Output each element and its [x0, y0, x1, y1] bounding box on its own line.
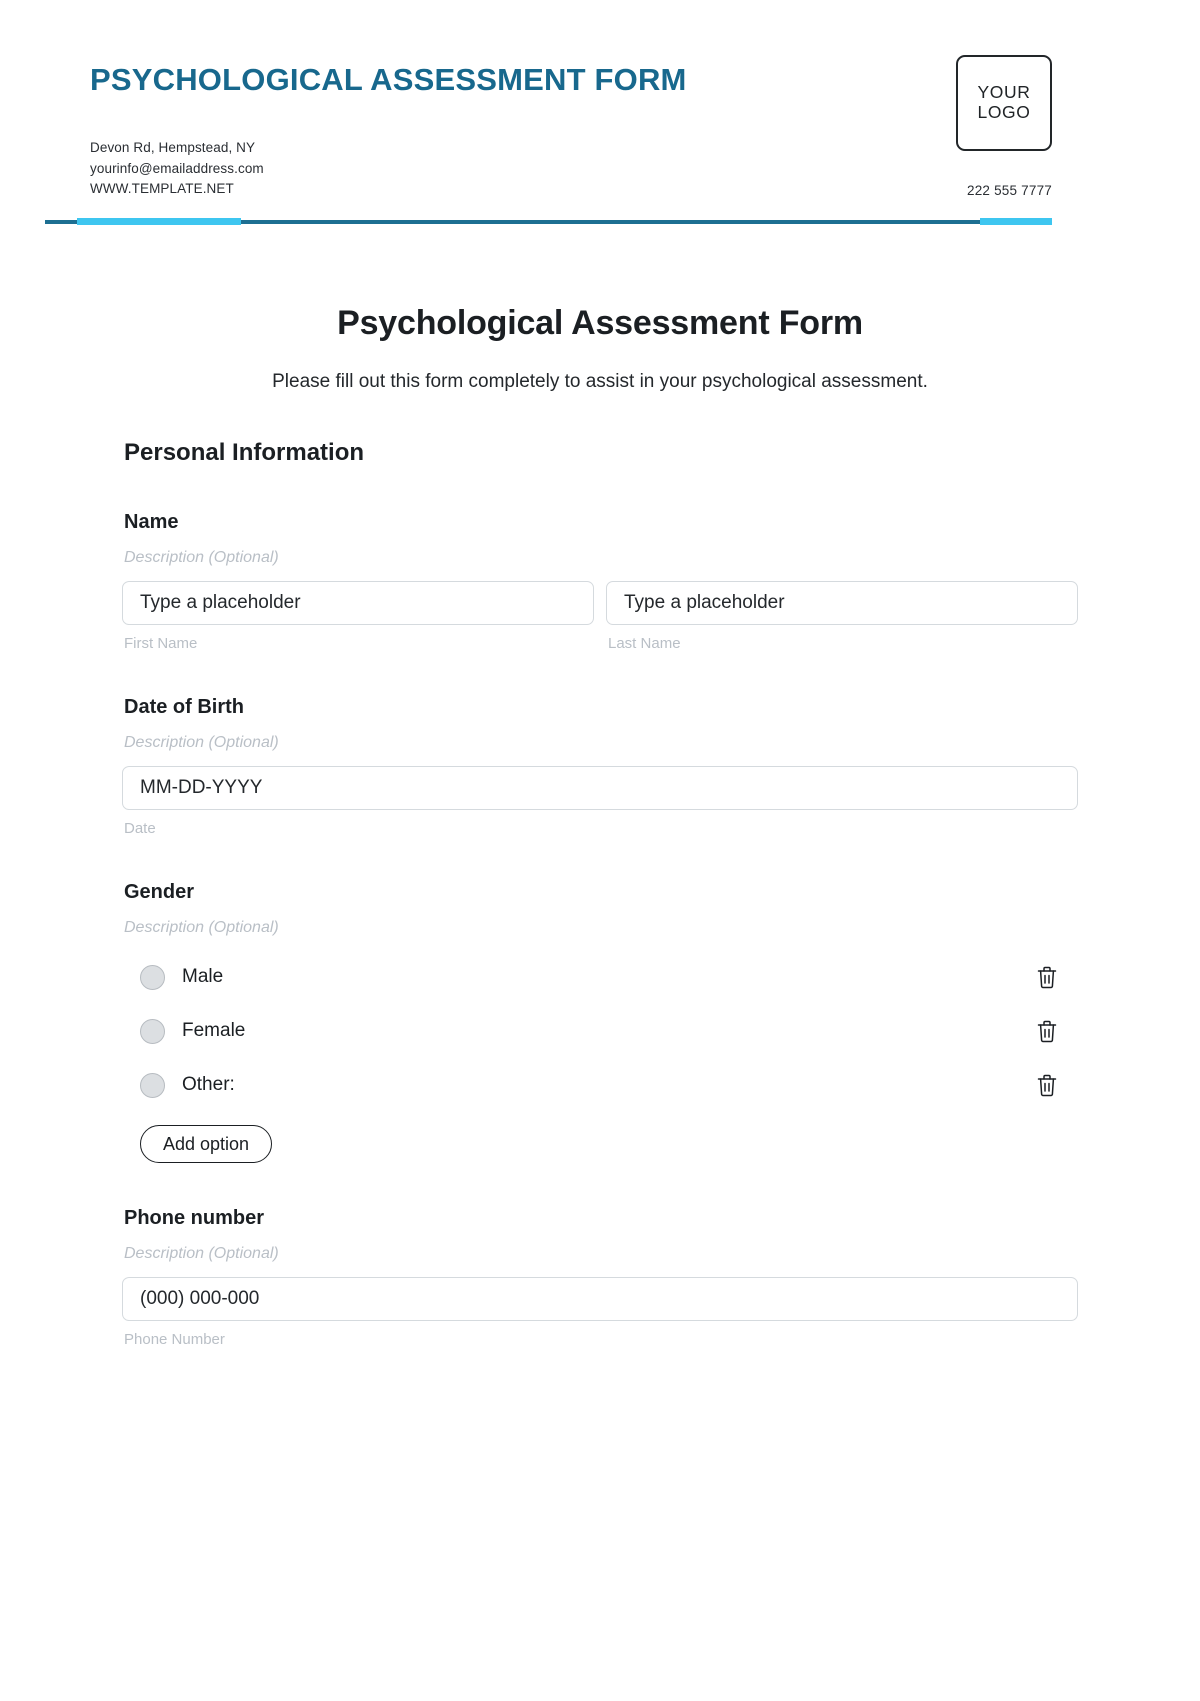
radio-icon[interactable] — [140, 964, 165, 990]
gender-option-female[interactable]: Female — [122, 1017, 1078, 1045]
field-description-name: Description (Optional) — [124, 549, 279, 567]
letterhead-title: PSYCHOLOGICAL ASSESSMENT FORM — [90, 62, 687, 97]
gender-option-label: Other: — [182, 1074, 235, 1096]
dob-input-row: Date — [122, 766, 1078, 837]
phone-column: Phone Number — [122, 1277, 1078, 1348]
phone-input-row: Phone Number — [122, 1277, 1078, 1348]
radio-icon[interactable] — [140, 1018, 165, 1044]
date-of-birth-input[interactable] — [122, 766, 1078, 811]
date-of-birth-sub-label: Date — [124, 820, 156, 838]
last-name-column: Last Name — [606, 581, 1078, 652]
logo-placeholder: YOUR LOGO — [956, 55, 1052, 151]
field-description-date-of-birth: Description (Optional) — [124, 734, 279, 752]
last-name-sub-label: Last Name — [608, 635, 681, 653]
field-description-gender: Description (Optional) — [124, 919, 279, 937]
first-name-column: First Name — [122, 581, 594, 652]
field-date-of-birth: Date of Birth Description (Optional) Dat… — [122, 696, 1078, 837]
last-name-input[interactable] — [606, 581, 1078, 626]
page-title: Psychological Assessment Form — [337, 304, 863, 343]
trash-icon[interactable] — [1034, 1071, 1060, 1099]
section-heading-personal-information: Personal Information — [124, 439, 365, 467]
field-name: Name Description (Optional) First Name L… — [122, 511, 1078, 652]
phone-number-input[interactable] — [122, 1277, 1078, 1322]
first-name-input[interactable] — [122, 581, 594, 626]
radio-icon[interactable] — [140, 1072, 165, 1098]
letterhead-address: Devon Rd, Hempstead, NY — [90, 139, 256, 155]
form-body: Psychological Assessment Form Please fil… — [0, 226, 1200, 1348]
field-phone-number: Phone number Description (Optional) Phon… — [122, 1207, 1078, 1348]
letterhead-website: WWW.TEMPLATE.NET — [90, 181, 234, 197]
letterhead-phone: 222 555 7777 — [967, 183, 1052, 198]
gender-option-label: Female — [182, 1020, 246, 1042]
field-label-gender: Gender — [124, 881, 195, 904]
logo-line-1: YOUR — [977, 82, 1031, 103]
letterhead-contact-block: Devon Rd, Hempstead, NY yourinfo@emailad… — [90, 138, 1050, 201]
gender-option-other[interactable]: Other: — [122, 1071, 1078, 1099]
add-option-button[interactable]: Add option — [140, 1125, 273, 1164]
field-description-phone-number: Description (Optional) — [124, 1245, 279, 1263]
letterhead: PSYCHOLOGICAL ASSESSMENT FORM Devon Rd, … — [0, 0, 1200, 200]
header-divider — [45, 218, 1052, 226]
trash-icon[interactable] — [1034, 1017, 1060, 1045]
phone-number-sub-label: Phone Number — [124, 1331, 225, 1349]
logo-line-2: LOGO — [977, 102, 1031, 122]
first-name-sub-label: First Name — [124, 635, 198, 653]
field-label-name: Name — [124, 511, 179, 534]
divider-accent-right — [980, 218, 1052, 226]
field-label-phone-number: Phone number — [124, 1207, 265, 1230]
field-label-date-of-birth: Date of Birth — [124, 696, 244, 719]
field-gender: Gender Description (Optional) Male Femal… — [122, 881, 1078, 1164]
gender-option-male[interactable]: Male — [122, 963, 1078, 991]
gender-option-label: Male — [182, 966, 224, 988]
dob-column: Date — [122, 766, 1078, 837]
divider-accent-left — [77, 218, 241, 226]
page-subtitle: Please fill out this form completely to … — [272, 371, 928, 393]
trash-icon[interactable] — [1034, 963, 1060, 991]
name-input-row: First Name Last Name — [122, 581, 1078, 652]
letterhead-email: yourinfo@emailaddress.com — [90, 160, 264, 176]
